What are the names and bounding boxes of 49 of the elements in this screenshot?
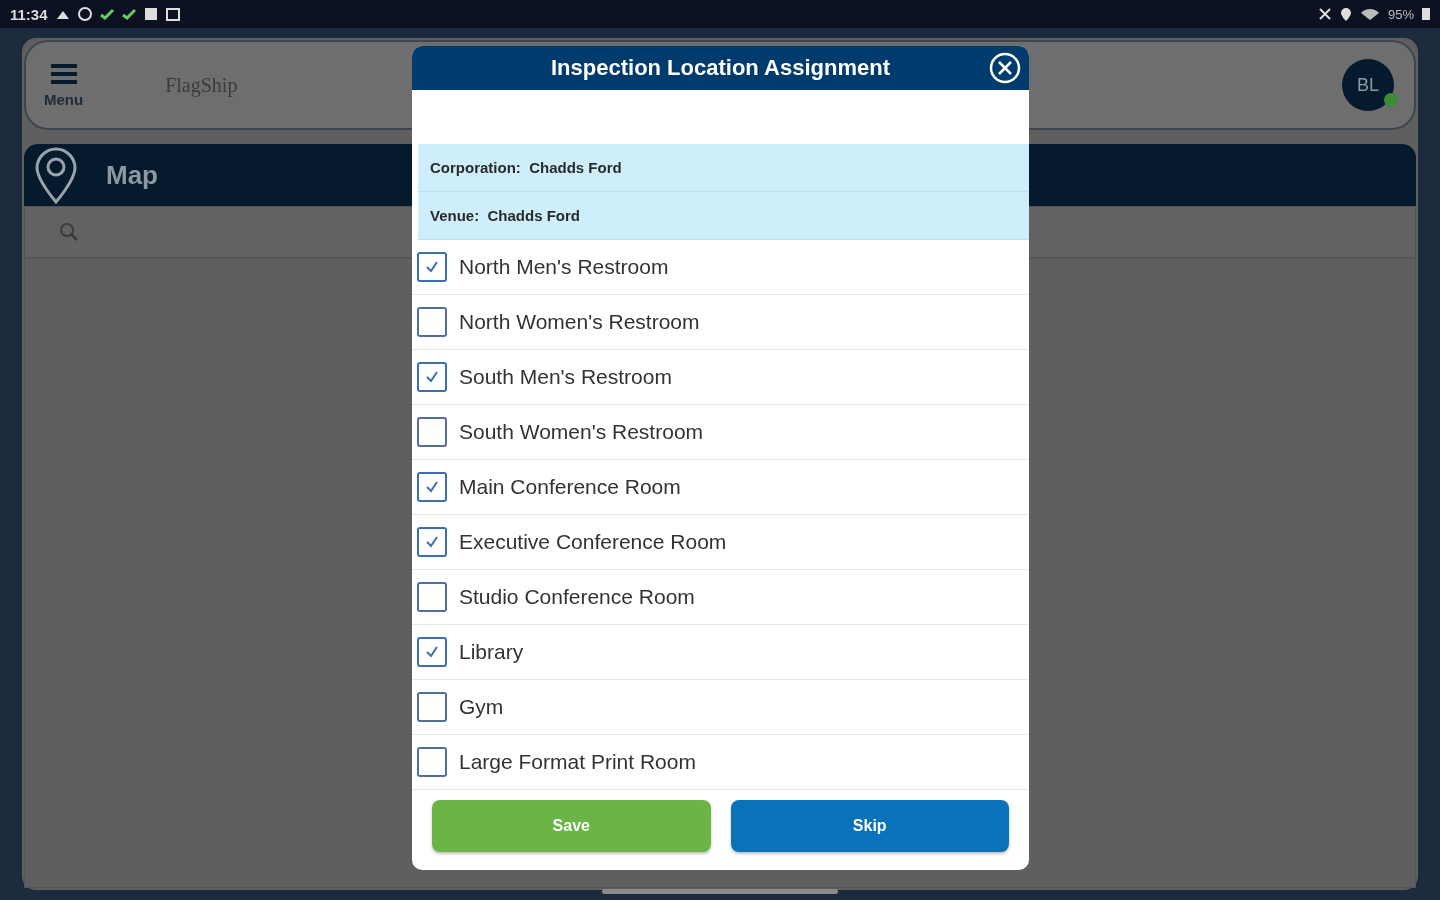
checkmark-icon: [121, 7, 136, 21]
location-item[interactable]: Large Format Print Room: [412, 735, 1029, 790]
location-name: Gym: [459, 695, 504, 719]
location-pin-icon: [34, 146, 78, 204]
location-item[interactable]: South Women's Restroom: [412, 405, 1029, 460]
location-name: Main Conference Room: [459, 475, 681, 499]
checkbox[interactable]: [417, 747, 447, 777]
search-icon: [59, 222, 79, 242]
location-name: South Men's Restroom: [459, 365, 672, 389]
checkmark-icon: [99, 7, 114, 21]
menu-icon: [50, 62, 77, 85]
location-name: Library: [459, 640, 524, 664]
checkbox[interactable]: [417, 527, 447, 557]
checkbox[interactable]: [417, 252, 447, 282]
checkbox[interactable]: [417, 582, 447, 612]
wifi-icon: [1359, 7, 1380, 21]
checkbox[interactable]: [417, 362, 447, 392]
location-name: North Women's Restroom: [459, 310, 700, 334]
location-item[interactable]: Library: [412, 625, 1029, 680]
checkbox[interactable]: [417, 417, 447, 447]
location-item[interactable]: North Men's Restroom: [412, 240, 1029, 295]
location-item[interactable]: Gym: [412, 680, 1029, 735]
close-icon: [989, 52, 1021, 84]
battery-icon: [1422, 8, 1430, 20]
close-button[interactable]: [989, 52, 1021, 84]
location-item[interactable]: South Men's Restroom: [412, 350, 1029, 405]
location-name: Studio Conference Room: [459, 585, 695, 609]
location-name: Large Format Print Room: [459, 750, 696, 774]
skip-button[interactable]: Skip: [730, 800, 1009, 852]
location-item[interactable]: North Women's Restroom: [412, 295, 1029, 350]
location-item[interactable]: Executive Conference Room: [412, 515, 1029, 570]
battery-percent: 95%: [1387, 6, 1414, 22]
status-time: 11:34: [10, 5, 48, 23]
checkbox[interactable]: [417, 637, 447, 667]
circle-icon: [77, 7, 92, 21]
page-title: Map: [106, 159, 158, 191]
location-item[interactable]: Studio Conference Room: [412, 570, 1029, 625]
checkbox[interactable]: [417, 472, 447, 502]
location-icon: [1339, 7, 1352, 21]
checkbox[interactable]: [417, 692, 447, 722]
mute-icon: [1317, 7, 1332, 21]
location-name: South Women's Restroom: [459, 420, 704, 444]
dialog-title: Inspection Location Assignment: [551, 55, 890, 81]
location-name: Executive Conference Room: [459, 530, 727, 554]
location-name: North Men's Restroom: [459, 255, 669, 279]
info-text: Corporation: Chadds Ford: [430, 159, 622, 176]
location-item[interactable]: Main Conference Room: [412, 460, 1029, 515]
info-text: Venue: Chadds Ford: [430, 207, 580, 224]
checkbox[interactable]: [417, 307, 447, 337]
